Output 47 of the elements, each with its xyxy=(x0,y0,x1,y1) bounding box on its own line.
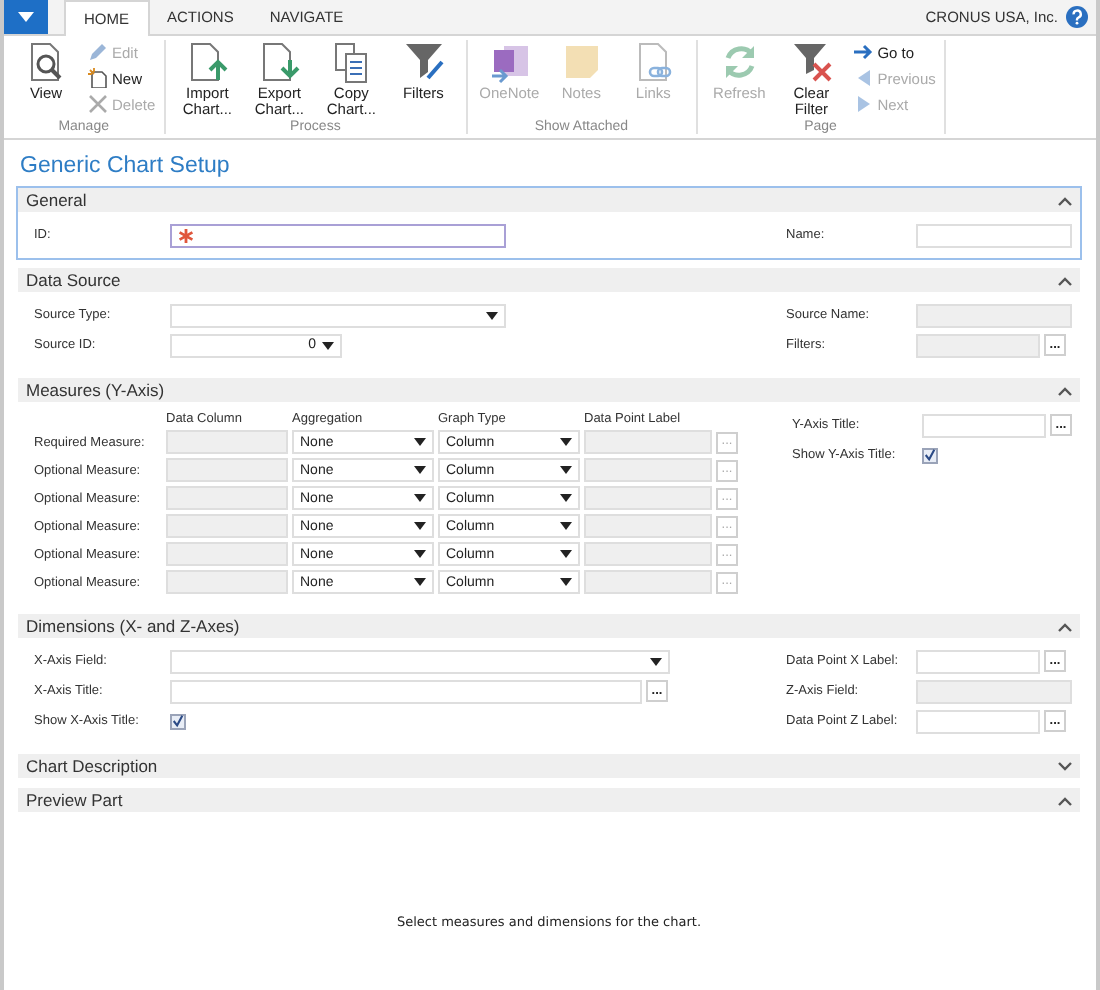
cross-icon xyxy=(88,94,108,114)
new-document-icon xyxy=(88,68,108,88)
checkbox[interactable] xyxy=(170,713,186,729)
funnel-cross-icon xyxy=(789,40,834,84)
caret-icon xyxy=(650,657,662,665)
section-header[interactable]: Chart Description xyxy=(18,754,1080,778)
document-arrow-up-icon xyxy=(185,40,230,84)
funnel-icon xyxy=(401,40,446,84)
dropdown[interactable] xyxy=(170,303,506,327)
chevron-icon xyxy=(1058,761,1072,771)
caret-icon xyxy=(560,522,572,530)
section-header[interactable]: Data Source xyxy=(18,268,1080,292)
caret-icon xyxy=(560,466,572,474)
section-header[interactable]: Measures (Y-Axis) xyxy=(18,378,1080,402)
caret-icon xyxy=(414,522,426,530)
triangle-left-icon xyxy=(853,68,874,88)
caret-icon xyxy=(414,466,426,474)
help-icon[interactable] xyxy=(1066,6,1088,28)
chevron-icon xyxy=(1058,385,1072,395)
chevron-icon xyxy=(1058,275,1072,285)
caret-icon xyxy=(18,12,34,22)
caret-icon xyxy=(414,438,426,446)
triangle-right-icon xyxy=(853,94,874,114)
caret-icon xyxy=(322,341,334,349)
input-field[interactable] xyxy=(170,223,506,247)
caret-icon xyxy=(560,438,572,446)
caret-icon xyxy=(560,550,572,558)
section-header[interactable]: Preview Part xyxy=(18,788,1080,812)
document-arrow-down-icon xyxy=(257,40,302,84)
chevron-icon xyxy=(1058,195,1072,205)
chevron-icon xyxy=(1058,795,1072,805)
chevron-icon xyxy=(1058,621,1072,631)
caret-icon xyxy=(486,311,498,319)
pencil-icon xyxy=(88,42,108,62)
caret-icon xyxy=(414,578,426,586)
caret-icon xyxy=(560,578,572,586)
checkbox[interactable] xyxy=(922,447,938,463)
arrow-right-icon xyxy=(853,42,874,62)
caret-icon xyxy=(414,550,426,558)
section-header[interactable]: Dimensions (X- and Z-Axes) xyxy=(18,614,1080,638)
section-header[interactable]: General xyxy=(18,188,1080,212)
page-title: Generic Chart Setup xyxy=(18,152,232,182)
caret-icon xyxy=(414,494,426,502)
dropdown[interactable] xyxy=(170,649,670,673)
caret-icon xyxy=(560,494,572,502)
notebook-icon xyxy=(487,40,532,84)
application-menu-button[interactable] xyxy=(4,0,48,34)
